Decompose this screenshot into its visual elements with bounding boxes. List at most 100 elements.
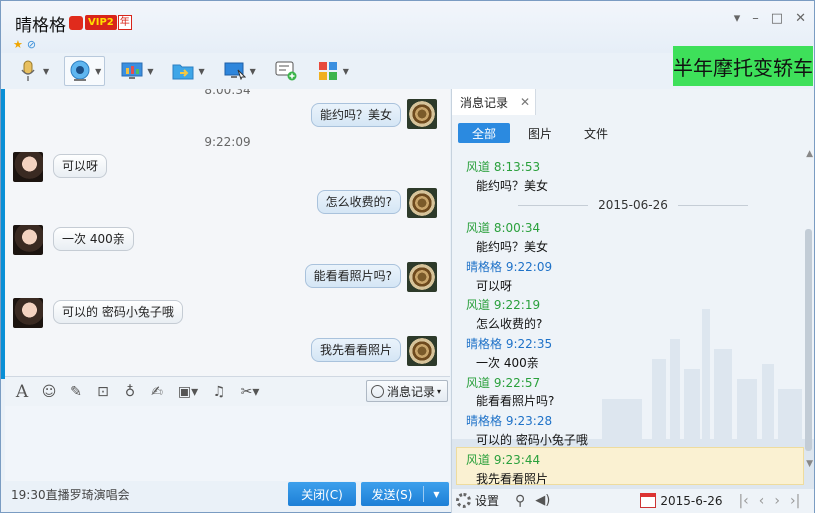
- message-bubble[interactable]: 可以呀: [53, 154, 108, 178]
- apps-button[interactable]: ▼: [313, 56, 352, 86]
- screenshot-scissors-icon[interactable]: ✂▾: [237, 383, 263, 401]
- message-incoming: 一次 400亲: [13, 225, 134, 255]
- chat-history[interactable]: 8:00:34 能约吗？美女 9:22:09 可以呀 怎么收费的? 一次 400…: [5, 89, 450, 376]
- history-entry-header: 风道 9:22:57: [466, 374, 540, 391]
- image-icon[interactable]: ▣▾: [175, 383, 201, 401]
- sender-name: 晴格格: [466, 414, 503, 428]
- webcam-icon: [68, 60, 92, 82]
- history-entry-header: 晴格格 9:22:09: [466, 258, 552, 275]
- avatar[interactable]: [407, 188, 437, 218]
- video-call-button[interactable]: ▼: [64, 56, 106, 86]
- avatar[interactable]: [13, 225, 43, 255]
- send-label: 发送(S): [371, 487, 413, 502]
- input-toolbar: A ☺ ✎ ⊡ ♁ ✍ ▣▾ ♫ ✂▾ 消息记录 ▾: [5, 376, 450, 406]
- link-icon[interactable]: ⊘: [27, 38, 36, 51]
- sender-name: 晴格格: [466, 337, 503, 351]
- history-panel: 消息记录 ✕ 全部 图片 文件 ▲ ▼ 风道 8:13:53 能约吗？美女 20…: [451, 89, 814, 513]
- chevron-down-icon: ▾: [437, 386, 442, 396]
- avatar[interactable]: [13, 152, 43, 182]
- date-separator: 2015-06-26: [452, 198, 814, 212]
- remote-desktop-button[interactable]: ▼: [220, 56, 259, 86]
- history-entry-header: 风道 8:13:53: [466, 158, 540, 175]
- star-icon[interactable]: ★: [13, 38, 23, 51]
- history-scrollbar[interactable]: [805, 229, 812, 451]
- font-icon[interactable]: A: [13, 382, 31, 402]
- scroll-up-icon[interactable]: ▲: [806, 149, 813, 159]
- message-bubble[interactable]: 能看看照片吗?: [304, 264, 401, 288]
- chevron-down-icon[interactable]: ▼: [43, 67, 49, 76]
- chevron-down-icon[interactable]: ▼: [424, 490, 449, 499]
- edit-icon[interactable]: ✍: [148, 383, 166, 401]
- settings-label[interactable]: 设置: [475, 492, 499, 509]
- filter-images[interactable]: 图片: [514, 123, 566, 143]
- chevron-down-icon[interactable]: ▼: [198, 67, 204, 76]
- chevron-down-icon[interactable]: ▼: [95, 67, 101, 76]
- status-ticker[interactable]: 19:30直播罗琦演唱会: [11, 486, 130, 503]
- history-date[interactable]: 2015-6-26: [660, 494, 722, 508]
- next-page-icon[interactable]: ›: [774, 493, 780, 509]
- filter-files[interactable]: 文件: [570, 123, 622, 143]
- message-history-button[interactable]: 消息记录 ▾: [366, 380, 448, 402]
- emoji-icon[interactable]: ☺: [40, 383, 58, 401]
- message-history-label: 消息记录: [387, 384, 436, 399]
- entry-time: 8:13:53: [493, 160, 541, 174]
- calendar-icon[interactable]: [640, 493, 657, 508]
- history-entry-text: 我先看看照片: [476, 472, 549, 486]
- history-entry-text: 能看看照片吗?: [476, 394, 555, 408]
- prev-page-icon[interactable]: ‹: [759, 493, 765, 509]
- send-button[interactable]: 发送(S) ▼: [361, 482, 449, 506]
- search-icon[interactable]: ⚲: [515, 493, 525, 509]
- minimize-icon[interactable]: –: [752, 11, 759, 26]
- sender-name: 风道: [466, 160, 491, 174]
- message-bubble[interactable]: 可以的 密码小兔子哦: [53, 300, 183, 324]
- last-page-icon[interactable]: ›|: [790, 493, 800, 509]
- shake-icon[interactable]: ⊡: [94, 383, 112, 401]
- ad-banner[interactable]: 半年摩托变轿车: [673, 46, 813, 86]
- avatar[interactable]: [13, 298, 43, 328]
- sender-name: 风道: [466, 376, 491, 390]
- message-outgoing: 我先看看照片: [310, 336, 437, 366]
- message-incoming: 可以呀: [13, 152, 108, 182]
- music-icon[interactable]: ♫: [210, 383, 228, 401]
- vip-badge[interactable]: VIP2 年: [69, 15, 132, 30]
- close-icon[interactable]: ✕: [520, 95, 530, 109]
- message-bubble[interactable]: 一次 400亲: [53, 227, 134, 251]
- chevron-down-icon[interactable]: ▼: [147, 67, 153, 76]
- date-separator-label: 2015-06-26: [598, 198, 668, 212]
- avatar[interactable]: [407, 99, 437, 129]
- add-note-button[interactable]: [271, 56, 301, 86]
- first-page-icon[interactable]: |‹: [738, 493, 748, 509]
- history-entry-header: 风道 9:22:19: [466, 296, 540, 313]
- voice-message-icon[interactable]: ♁: [121, 383, 139, 401]
- tab-message-history[interactable]: 消息记录 ✕: [452, 89, 536, 115]
- magic-wand-icon[interactable]: ✎: [67, 383, 85, 401]
- avatar[interactable]: [407, 336, 437, 366]
- sender-name: 风道: [466, 453, 491, 467]
- history-filters: 全部 图片 文件: [458, 123, 626, 143]
- scroll-down-icon[interactable]: ▼: [806, 459, 813, 469]
- message-input[interactable]: [5, 406, 450, 481]
- contact-name: 晴格格: [15, 16, 66, 36]
- message-bubble[interactable]: 怎么收费的?: [316, 190, 401, 214]
- filter-all[interactable]: 全部: [458, 123, 510, 143]
- menu-dropdown-icon[interactable]: ▾: [734, 11, 741, 26]
- message-bubble[interactable]: 能约吗？美女: [310, 103, 401, 127]
- speaker-icon[interactable]: ◀): [535, 493, 550, 508]
- message-outgoing: 怎么收费的?: [316, 188, 437, 218]
- file-transfer-button[interactable]: ▼: [168, 56, 207, 86]
- chevron-down-icon[interactable]: ▼: [250, 67, 256, 76]
- entry-time: 8:00:34: [493, 221, 541, 235]
- chevron-down-icon[interactable]: ▼: [343, 67, 349, 76]
- close-icon[interactable]: ✕: [795, 11, 806, 26]
- screen-share-button[interactable]: ▼: [117, 56, 156, 86]
- message-bubble[interactable]: 我先看看照片: [310, 338, 401, 362]
- sender-name: 风道: [466, 221, 491, 235]
- message-outgoing: 能约吗？美女: [310, 99, 437, 129]
- avatar[interactable]: [407, 262, 437, 292]
- gear-icon[interactable]: [456, 493, 471, 508]
- maximize-icon[interactable]: □: [771, 11, 783, 26]
- message-timestamp: 8:00:34: [204, 89, 251, 97]
- history-entry-text: 可以呀: [476, 279, 513, 293]
- voice-call-button[interactable]: ▼: [13, 56, 52, 86]
- close-button[interactable]: 关闭(C): [288, 482, 356, 506]
